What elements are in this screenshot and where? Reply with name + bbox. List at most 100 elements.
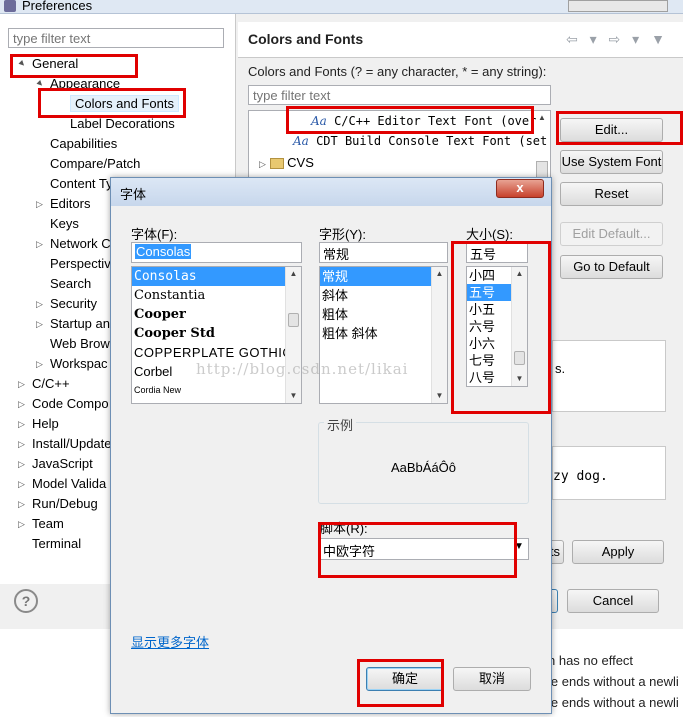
expand-arrow-icon[interactable]: ▷ [18, 375, 25, 393]
tree-item[interactable]: Colors and Fonts [70, 95, 179, 113]
tree-item[interactable]: Network C [50, 235, 111, 253]
style-input[interactable]: 常规 [319, 242, 448, 263]
expand-arrow-icon[interactable]: ▷ [36, 235, 43, 253]
tree-item-label: Perspective [50, 256, 118, 271]
tree-item[interactable]: Terminal [32, 535, 81, 553]
size-label: 大小(S): [466, 227, 513, 242]
tree-item-cvs[interactable]: ▷ CVS [259, 155, 314, 170]
font-list-item[interactable]: Consolas [132, 267, 301, 286]
tree-filter-input[interactable] [8, 28, 224, 48]
tree-item[interactable]: Install/Update [32, 435, 112, 453]
scroll-down-icon[interactable]: ▼ [432, 389, 447, 403]
window-close-button[interactable] [568, 0, 668, 12]
history-nav-icons[interactable]: ⇦ ▾ ⇨ ▾ ▼ [566, 31, 669, 48]
font-list-item[interactable]: Cooper [132, 305, 301, 324]
dialog-cancel-button[interactable]: 取消 [453, 667, 531, 691]
expand-arrow-icon[interactable]: ▷ [36, 195, 43, 213]
tree-item[interactable]: Label Decorations [70, 115, 175, 133]
tree-item[interactable]: Team [32, 515, 64, 533]
style-list-item[interactable]: 常规 [320, 267, 447, 286]
console-line: n has no effect [548, 653, 634, 668]
apply-button[interactable]: Apply [572, 540, 664, 564]
tree-item[interactable]: Appearance [50, 75, 120, 93]
show-more-fonts-link[interactable]: 显示更多字体 [131, 632, 209, 651]
tree-item[interactable]: Workspac [50, 355, 108, 373]
size-list-scrollbar[interactable]: ▲ ▼ [511, 267, 527, 386]
scroll-thumb[interactable] [514, 351, 525, 365]
tree-item[interactable]: Startup an [50, 315, 110, 333]
colors-filter-input[interactable] [248, 85, 551, 105]
tree-item[interactable]: Content Ty [50, 175, 113, 193]
tree-item[interactable]: Search [50, 275, 91, 293]
tree-item-label: C/C++ Editor Text Font (over [334, 114, 537, 128]
edit-default-button[interactable]: Edit Default... [560, 222, 663, 246]
tree-item[interactable]: Model Valida [32, 475, 106, 493]
tree-item[interactable]: Editors [50, 195, 90, 213]
script-select[interactable]: 中欧字符 [318, 538, 529, 560]
font-name-value: Consolas [135, 244, 192, 259]
expand-arrow-icon[interactable]: ▷ [36, 355, 43, 373]
tree-item-label: Help [32, 416, 59, 431]
expand-arrow-icon[interactable]: ▷ [18, 435, 25, 453]
tree-item-label: Security [50, 296, 97, 311]
scroll-up-icon[interactable]: ▲ [286, 267, 301, 281]
font-list[interactable]: Consolas Constantia Cooper Cooper Std CO… [131, 266, 302, 404]
scroll-up-icon[interactable]: ▲ [432, 267, 447, 281]
expand-arrow-icon[interactable]: ▷ [18, 495, 25, 513]
cancel-button[interactable]: Cancel [567, 589, 659, 613]
tree-item[interactable]: Code Compo [32, 395, 109, 413]
edit-button[interactable]: Edit... [560, 118, 663, 142]
tree-item[interactable]: Compare/Patch [50, 155, 140, 173]
reset-button[interactable]: Reset [560, 182, 663, 206]
expand-arrow-icon[interactable]: ▷ [18, 395, 25, 413]
scroll-up-icon[interactable]: ▲ [512, 267, 527, 281]
font-name-input[interactable]: Consolas [131, 242, 302, 263]
use-system-font-button[interactable]: Use System Font [560, 150, 663, 174]
tree-item[interactable]: C/C++ [32, 375, 70, 393]
tree-item-label: Install/Update [32, 436, 112, 451]
style-list-item[interactable]: 粗体 斜体 [320, 324, 447, 343]
tree-item[interactable]: Perspective [50, 255, 118, 273]
style-list-scrollbar[interactable]: ▲ ▼ [431, 267, 447, 403]
font-list-item[interactable]: Cooper Std [132, 324, 301, 343]
tree-item[interactable]: Keys [50, 215, 79, 233]
font-list-item[interactable]: Cordia New [132, 381, 301, 400]
tree-item-label: JavaScript [32, 456, 93, 471]
scroll-down-icon[interactable]: ▼ [512, 372, 527, 386]
scroll-up-icon[interactable]: ▲ [536, 113, 548, 122]
style-list-item[interactable]: 粗体 [320, 305, 447, 324]
tree-item-label: Startup an [50, 316, 110, 331]
font-list-item[interactable]: Constantia [132, 286, 301, 305]
tree-item-label: Capabilities [50, 136, 118, 151]
tree-item[interactable]: Run/Debug [32, 495, 98, 513]
tree-item-cpp-editor-font[interactable]: Aa C/C++ Editor Text Font (over [311, 114, 536, 128]
go-to-default-button[interactable]: Go to Default [560, 255, 663, 279]
dialog-titlebar [111, 178, 551, 206]
expand-arrow-icon[interactable]: ▷ [36, 315, 43, 333]
scroll-down-icon[interactable]: ▼ [286, 389, 301, 403]
style-list-item[interactable]: 斜体 [320, 286, 447, 305]
tree-item[interactable]: General [32, 55, 78, 73]
expand-arrow-icon[interactable]: ▷ [18, 475, 25, 493]
tree-item[interactable]: JavaScript [32, 455, 93, 473]
help-icon[interactable]: ? [14, 589, 38, 613]
dialog-ok-button[interactable]: 确定 [366, 667, 444, 691]
expand-arrow-icon[interactable]: ▷ [18, 515, 25, 533]
style-list[interactable]: 常规 斜体 粗体 粗体 斜体 ▲ ▼ [319, 266, 448, 404]
expand-arrow-icon[interactable]: ▷ [18, 415, 25, 433]
tree-item[interactable]: Help [32, 415, 59, 433]
size-list[interactable]: 小四 五号 小五 六号 小六 七号 八号 ▲ ▼ [466, 266, 528, 387]
scroll-thumb[interactable] [288, 313, 299, 327]
expand-arrow-icon: ▷ [259, 159, 266, 169]
dialog-close-button[interactable]: x [496, 179, 544, 198]
size-input[interactable]: 五号 [466, 242, 528, 263]
expand-arrow-icon[interactable]: ▷ [36, 295, 43, 313]
app-icon [4, 0, 16, 12]
chevron-down-icon[interactable]: ▼ [514, 541, 524, 552]
tree-item-cdt-console-font[interactable]: Aa CDT Build Console Text Font (set [293, 134, 547, 148]
tree-item[interactable]: Capabilities [50, 135, 117, 153]
tree-item[interactable]: Security [50, 295, 97, 313]
tree-item[interactable]: Web Brow [50, 335, 110, 353]
font-list-scrollbar[interactable]: ▲ ▼ [285, 267, 301, 403]
expand-arrow-icon[interactable]: ▷ [18, 455, 25, 473]
